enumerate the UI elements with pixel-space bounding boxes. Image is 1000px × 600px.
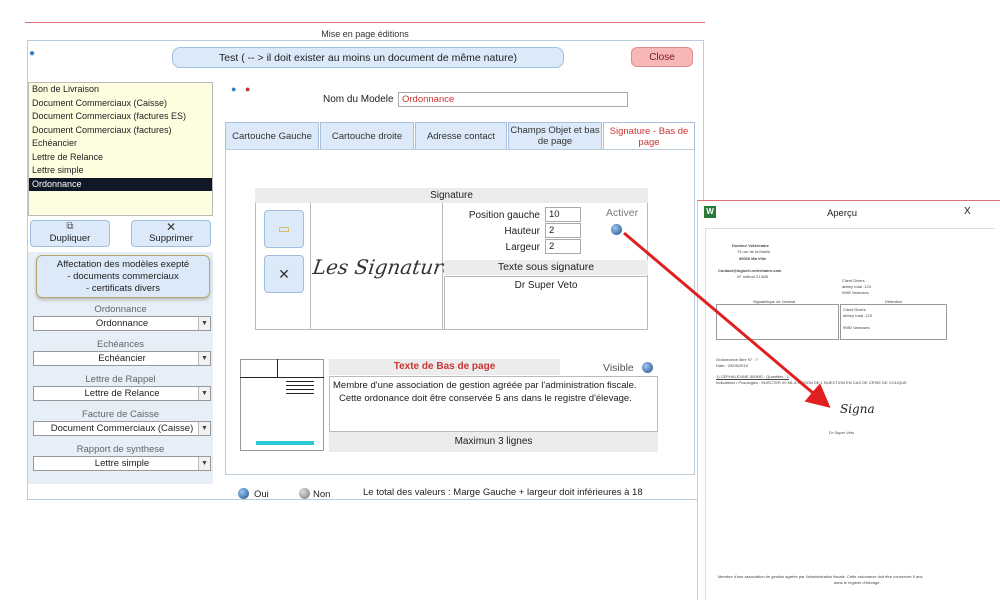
annotation-arrow <box>623 231 831 408</box>
